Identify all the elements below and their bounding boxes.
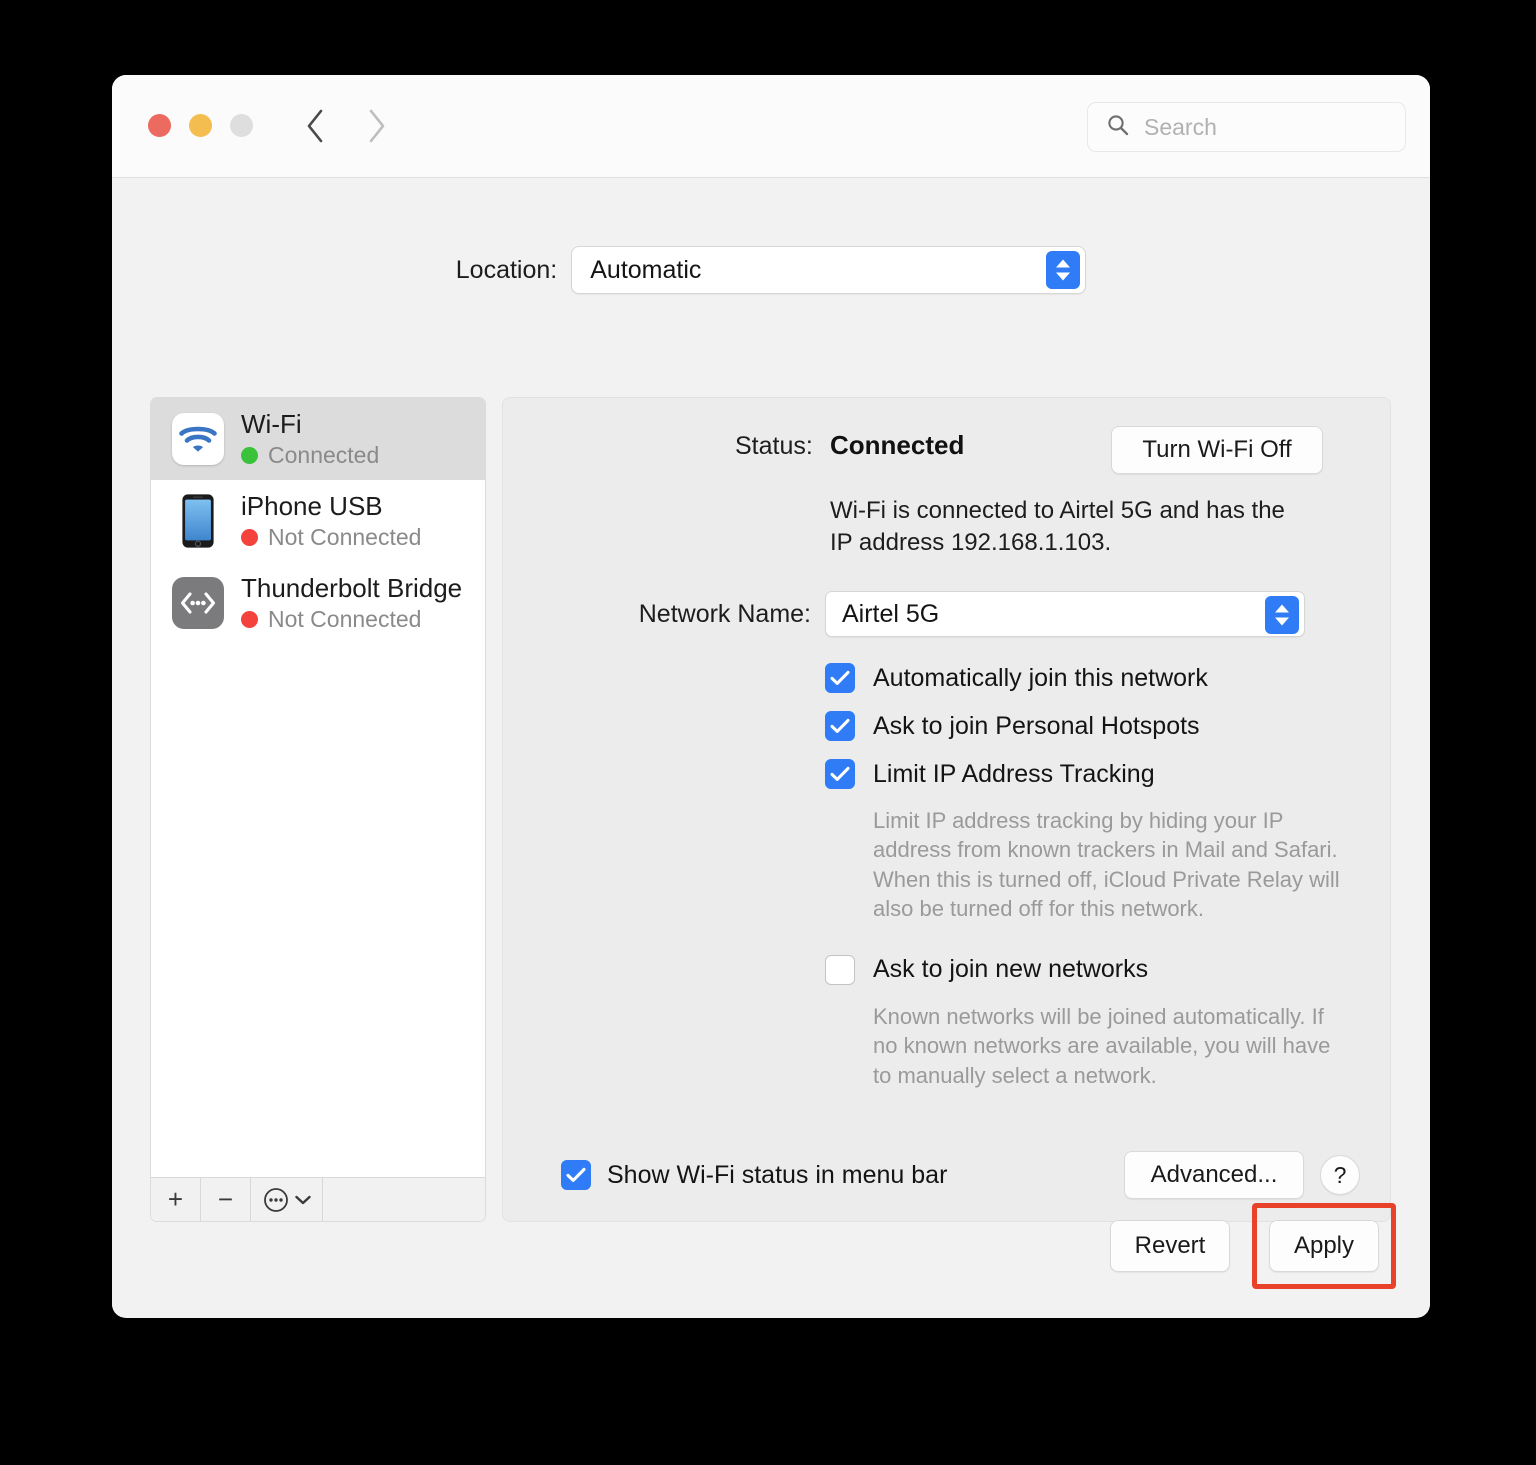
sidebar-item-status: Not Connected [241,524,421,551]
apply-button[interactable]: Apply [1269,1220,1379,1272]
network-name-label: Network Name: [638,599,811,628]
status-row: Status: Connected Turn Wi-Fi Off [503,426,1390,474]
location-popup-button[interactable]: Automatic [571,246,1087,294]
interface-action-menu-button[interactable] [251,1178,323,1221]
navigation-arrows [302,107,390,145]
sidebar-item-thunderbolt-text: Thunderbolt Bridge Not Connected [241,573,462,633]
network-name-row: Network Name: Airtel 5G [503,591,1390,637]
checkbox-label: Ask to join new networks [873,955,1149,984]
preferences-body: Location: Automatic Wi-Fi Connected iPho… [112,178,1430,1317]
checkbox-row-show-wifi-menu-bar[interactable]: Show Wi-Fi status in menu bar [561,1160,947,1190]
checkbox-label: Show Wi-Fi status in menu bar [607,1160,948,1189]
checkbox-personal-hotspots[interactable] [825,711,855,741]
search-placeholder-text: Search [1144,113,1217,140]
sidebar-item-status: Not Connected [241,606,462,633]
detail-panel-bottom-row: Show Wi-Fi status in menu bar Advanced..… [503,1151,1390,1199]
search-field[interactable]: Search [1087,102,1406,152]
status-text: Connected [268,442,380,468]
status-value: Connected [830,430,965,460]
checkbox-row-ask-join-new[interactable]: Ask to join new networks [825,946,1365,994]
turn-wifi-off-button[interactable]: Turn Wi-Fi Off [1111,426,1323,474]
network-name-selected-value: Airtel 5G [842,599,940,628]
forward-chevron-icon[interactable] [364,107,390,145]
status-label: Status: [735,432,813,460]
apply-button-highlight: Apply [1252,1203,1396,1289]
sidebar-item-status: Connected [241,442,379,469]
sidebar-item-label: Thunderbolt Bridge [241,573,463,603]
location-label: Location: [455,255,558,284]
sidebar-toolbar-filler [323,1178,485,1221]
ask-join-new-networks-help-text: Known networks will be joined automatica… [873,1003,1331,1088]
checkbox-auto-join[interactable] [825,663,855,693]
help-button[interactable]: ? [1320,1155,1360,1195]
revert-button[interactable]: Revert [1110,1220,1230,1272]
sidebar-toolbar: + − [151,1177,485,1221]
status-dot-disconnected-icon [241,529,258,546]
location-row: Location: Automatic [112,246,1430,294]
sidebar-item-thunderbolt-bridge[interactable]: Thunderbolt Bridge Not Connected [151,562,485,644]
add-interface-button[interactable]: + [151,1178,201,1221]
sidebar-item-iphone-text: iPhone USB Not Connected [241,491,421,551]
checkmark-icon [566,1167,586,1182]
checkbox-label: Limit IP Address Tracking [873,759,1155,788]
wifi-detail-panel: Status: Connected Turn Wi-Fi Off Wi-Fi i… [502,397,1391,1222]
wifi-options-group: Automatically join this network Ask to j… [825,654,1365,1090]
checkmark-icon [830,766,850,781]
advanced-button[interactable]: Advanced... [1124,1151,1304,1199]
iphone-icon [171,494,225,548]
window-footer-actions: Revert Apply [1110,1203,1396,1289]
limit-ip-tracking-help-text: Limit IP address tracking by hiding your… [873,808,1340,922]
network-preferences-window: Network Search Location: Automatic [112,75,1430,1318]
status-dot-connected-icon [241,447,258,464]
checkbox-limit-ip-tracking[interactable] [825,759,855,789]
status-description: Wi-Fi is connected to Airtel 5G and has … [830,497,1285,556]
location-chevron-updown-icon[interactable] [1046,251,1081,289]
search-icon [1106,113,1130,142]
chevron-down-icon [294,1195,311,1204]
ellipsis-circle-icon [263,1187,288,1212]
checkmark-icon [830,670,850,685]
network-name-chevron-updown-icon[interactable] [1265,596,1299,634]
close-window-button[interactable] [148,114,171,137]
checkbox-label: Automatically join this network [873,663,1208,692]
checkmark-icon [830,718,850,733]
status-text: Not Connected [268,524,422,550]
checkbox-row-auto-join[interactable]: Automatically join this network [825,654,1365,702]
traffic-light-controls [148,114,253,137]
checkbox-label: Ask to join Personal Hotspots [873,711,1200,740]
minimize-window-button[interactable] [189,114,212,137]
thunderbolt-icon [171,576,225,630]
location-selected-value: Automatic [590,255,702,284]
sidebar-item-iphone-usb[interactable]: iPhone USB Not Connected [151,480,485,562]
sidebar-item-label: Wi-Fi [241,409,302,439]
checkbox-show-wifi-status-menu-bar[interactable] [561,1160,591,1190]
desktop-background: Network Search Location: Automatic [0,0,1536,1465]
checkbox-row-personal-hotspots[interactable]: Ask to join Personal Hotspots [825,702,1365,750]
sidebar-item-wifi[interactable]: Wi-Fi Connected [151,398,485,480]
network-interface-list[interactable]: Wi-Fi Connected iPhone USB Not Connected… [150,397,486,1222]
checkbox-row-limit-ip-tracking[interactable]: Limit IP Address Tracking [825,750,1365,798]
checkbox-ask-join-new-networks[interactable] [825,954,855,985]
status-text: Not Connected [268,606,422,632]
detail-bottom-actions: Advanced... ? [1124,1151,1360,1199]
sidebar-item-label: iPhone USB [241,491,383,521]
remove-interface-button[interactable]: − [201,1178,251,1221]
zoom-window-button[interactable] [230,114,253,137]
network-name-popup-button[interactable]: Airtel 5G [825,591,1305,637]
window-titlebar: Network Search [112,75,1430,217]
wifi-icon [171,412,225,466]
status-dot-disconnected-icon [241,611,258,628]
sidebar-item-wifi-text: Wi-Fi Connected [241,409,379,469]
back-chevron-icon[interactable] [302,107,328,145]
